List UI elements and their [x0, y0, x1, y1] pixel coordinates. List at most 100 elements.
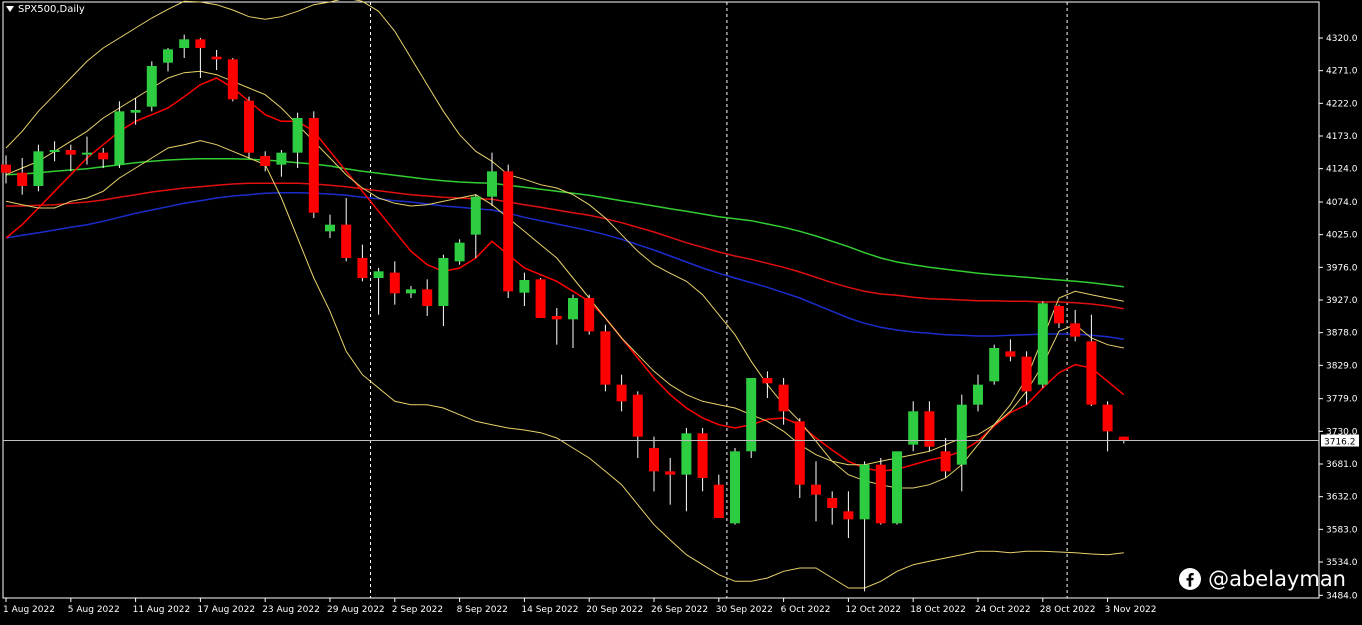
- candle-body: [1, 164, 11, 173]
- candle-body: [989, 348, 1000, 382]
- x-tick-label: 1 Aug 2022: [3, 605, 55, 615]
- candle-body: [827, 498, 838, 508]
- candle-body: [600, 331, 611, 385]
- x-tick-label: 23 Aug 2022: [262, 605, 320, 615]
- x-tick-label: 28 Oct 2022: [1040, 605, 1096, 615]
- candle-body: [211, 56, 222, 60]
- candle-body: [195, 39, 206, 48]
- candle-body: [422, 289, 433, 306]
- candle-body: [843, 511, 854, 520]
- candle-body: [730, 451, 740, 524]
- candle-body: [892, 451, 902, 524]
- dropdown-triangle-icon[interactable]: [6, 6, 14, 12]
- candle-body: [1070, 323, 1081, 337]
- candle-body: [1054, 306, 1064, 324]
- watermark: @abelayman: [1178, 567, 1346, 591]
- candle-body: [292, 118, 303, 153]
- candle-body: [487, 171, 497, 197]
- candle-body: [49, 150, 60, 152]
- candle-body: [713, 484, 724, 518]
- candle-body: [519, 280, 530, 293]
- candle-body: [357, 258, 368, 278]
- price-tag-text: 3716.2: [1324, 438, 1356, 448]
- candle-body: [341, 224, 352, 258]
- candle-body: [1005, 351, 1016, 357]
- y-tick-label: 3632.0: [1326, 493, 1358, 503]
- y-tick-label: 3976.0: [1326, 263, 1358, 273]
- candle-body: [778, 384, 789, 412]
- candle-body: [632, 394, 643, 437]
- candle-body: [956, 404, 967, 465]
- candle-body: [470, 196, 481, 235]
- x-tick-label: 30 Sep 2022: [716, 605, 773, 615]
- candle-body: [276, 152, 287, 165]
- x-tick-label: 24 Oct 2022: [975, 605, 1031, 615]
- y-tick-label: 4124.0: [1326, 165, 1358, 175]
- y-tick-label: 4320.0: [1326, 34, 1358, 44]
- candle-body: [568, 298, 578, 320]
- candle-body: [1086, 341, 1097, 405]
- symbol-label[interactable]: SPX500,Daily: [6, 4, 85, 15]
- x-tick-label: 6 Oct 2022: [781, 605, 831, 615]
- candle-body: [551, 316, 562, 320]
- candle-body: [308, 118, 319, 213]
- x-tick-label: 11 Aug 2022: [133, 605, 191, 615]
- y-tick-label: 4173.0: [1326, 132, 1358, 142]
- x-tick-label: 14 Sep 2022: [521, 605, 578, 615]
- candle-body: [179, 39, 190, 48]
- candle-body: [65, 150, 76, 155]
- candle-body: [17, 172, 28, 186]
- candle-body: [82, 152, 92, 155]
- y-tick-label: 3829.0: [1326, 361, 1358, 371]
- candle-body: [908, 411, 919, 445]
- x-tick-label: 5 Aug 2022: [68, 605, 120, 615]
- x-tick-label: 8 Sep 2022: [457, 605, 508, 615]
- candle-body: [1102, 404, 1113, 432]
- x-tick-label: 26 Sep 2022: [651, 605, 708, 615]
- candle-body: [794, 421, 805, 485]
- chart-area[interactable]: 3716.2 4320.0 4271.0 4222.0 4173.0 4124.0 407…: [0, 0, 1362, 621]
- watermark-handle: @abelayman: [1208, 567, 1346, 591]
- candle-body: [33, 151, 44, 186]
- price-chart[interactable]: 3716.2 4320.0 4271.0 4222.0 4173.0 4124.0 407…: [0, 0, 1362, 621]
- symbol-text: SPX500,Daily: [18, 4, 85, 15]
- candle-body: [924, 411, 935, 447]
- candle-body: [681, 433, 692, 475]
- candle-body: [875, 464, 886, 524]
- y-tick-label: 4074.0: [1326, 198, 1358, 208]
- candle-body: [325, 224, 335, 232]
- candle-body: [1037, 303, 1048, 385]
- candle-body: [535, 279, 546, 318]
- y-tick-label: 3730.0: [1326, 427, 1358, 437]
- y-tick-label: 3779.0: [1326, 395, 1358, 405]
- candle-body: [584, 298, 595, 332]
- y-tick-label: 3927.0: [1326, 296, 1358, 306]
- candle-body: [762, 378, 773, 384]
- y-tick-label: 4025.0: [1326, 231, 1358, 241]
- y-tick-label: 4222.0: [1326, 99, 1358, 109]
- y-tick-label: 4271.0: [1326, 67, 1358, 77]
- facebook-icon: [1179, 568, 1202, 590]
- x-tick-label: 2 Sep 2022: [392, 605, 443, 615]
- y-tick-label: 3878.0: [1326, 329, 1358, 339]
- candle-body: [244, 100, 254, 153]
- candle-body: [146, 66, 157, 107]
- y-tick-label: 3484.0: [1326, 591, 1358, 601]
- candle-body: [130, 110, 141, 113]
- candle-body: [503, 171, 514, 292]
- candle-body: [163, 49, 173, 63]
- candle-body: [859, 464, 870, 520]
- candle-body: [227, 59, 238, 100]
- candle-body: [373, 271, 384, 278]
- x-tick-label: 12 Oct 2022: [845, 605, 901, 615]
- x-tick-label: 29 Aug 2022: [327, 605, 385, 615]
- candle-body: [940, 451, 951, 472]
- candle-body: [98, 152, 109, 160]
- x-tick-label: 20 Sep 2022: [586, 605, 643, 615]
- candle-body: [260, 156, 271, 166]
- candle-body: [1021, 356, 1032, 392]
- candle-body: [454, 242, 465, 262]
- candle-body: [649, 448, 659, 472]
- candle-body: [406, 289, 416, 294]
- candle-body: [438, 258, 449, 306]
